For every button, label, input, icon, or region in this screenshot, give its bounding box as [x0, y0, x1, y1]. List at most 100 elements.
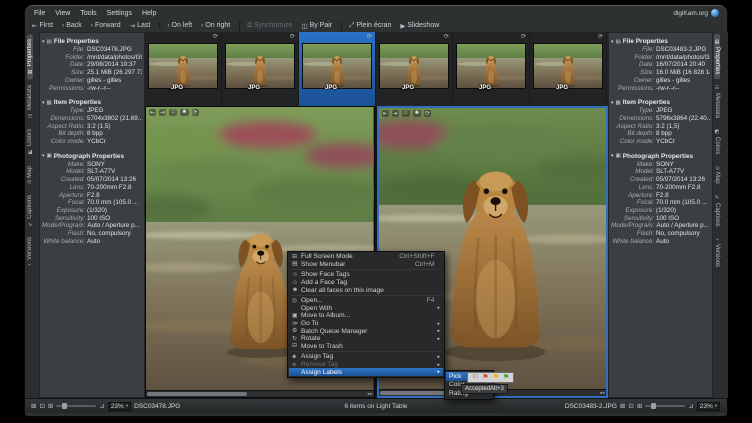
context-menu-item[interactable]: ◎ Open... F4 ▸ — [289, 297, 443, 305]
right-sidebar-tab[interactable]: ⑂ Versions — [714, 232, 720, 272]
right-sidebar-tab[interactable]: ▤ Properties — [714, 34, 720, 79]
pick-flag-icon[interactable]: ⚐ — [472, 374, 478, 381]
context-menu-item[interactable]: ☺ Add a Face Tag ▸ — [289, 279, 443, 287]
left-zoom-slider[interactable] — [56, 405, 96, 407]
left-sidebar-tab[interactable]: ▤ Properties — [27, 34, 33, 79]
zoom-select-icon[interactable]: ⊿ — [688, 402, 693, 410]
spin-arrow-icon[interactable]: ▾ — [715, 403, 717, 409]
section-header[interactable]: ▾ ▤ File Properties — [40, 36, 144, 46]
menubar-item[interactable]: Help — [142, 10, 156, 17]
thumbnail-format-badge: JPG — [171, 85, 183, 91]
statusbar-zoom-icon[interactable]: ⊞ — [48, 402, 53, 410]
left-sidebar-tab[interactable]: ◩ Colors — [27, 124, 33, 159]
pick-flag-icon[interactable]: ⚑ — [493, 374, 499, 381]
thumbnail[interactable]: ⟳ JPG — [299, 32, 376, 106]
hscrollbar-arrows[interactable]: ◂▸ — [367, 391, 373, 397]
digikam-org-link[interactable]: digiKam.org — [673, 7, 719, 19]
toolbar-button[interactable]: ⇥ Last — [126, 21, 155, 31]
property-value: 70-200mm F2.8 — [87, 184, 142, 192]
statusbar-zoom-icon[interactable]: ⊞ — [637, 402, 642, 410]
context-menu-item[interactable]: ◈ Assign Tag ▸ — [289, 353, 443, 361]
right-zoom-slider[interactable] — [645, 405, 685, 407]
pane-overlay-icon[interactable]: ☻ — [413, 110, 421, 117]
context-menu-item[interactable]: Assign Labels ▸ — [289, 368, 443, 376]
menubar-item[interactable]: View — [55, 10, 70, 17]
thumbnail[interactable]: ⟳ JPG — [145, 32, 222, 106]
context-menu-item[interactable]: ⊞ Full Screen Mode Ctrl+Shift+F ▸ — [289, 253, 443, 261]
thumbnail-sync-icon[interactable]: ⟳ — [290, 33, 295, 40]
thumbnail[interactable]: ⟳ JPG — [530, 32, 607, 106]
thumbnail[interactable]: ⟳ JPG — [376, 32, 453, 106]
pane-overlay-icon[interactable]: ⇤ — [382, 110, 389, 117]
toolbar-button[interactable]: ◫ By Pair — [297, 21, 336, 31]
context-menu-item[interactable]: Open With ▸ — [289, 305, 443, 313]
toolbar-button[interactable]: ‹ Back — [58, 21, 86, 30]
toolbar-button[interactable]: › On right — [197, 21, 234, 30]
pane-overlay-icon[interactable]: ☺ — [169, 109, 177, 116]
toolbar-button[interactable]: › Forward — [87, 21, 125, 30]
right-sidebar-tab[interactable]: ☷ Metadata — [714, 80, 720, 123]
toolbar-button[interactable]: ⤢ Plein écran — [341, 21, 395, 31]
toolbar-button[interactable]: ⧉ Synchronize — [239, 21, 296, 31]
thumbnail[interactable]: ⟳ JPG — [222, 32, 299, 106]
thumbnail-sync-icon[interactable]: ⟳ — [213, 33, 218, 40]
pane-overlay-icon[interactable]: ☺ — [402, 110, 410, 117]
statusbar-zoom-icon[interactable]: ⊡ — [628, 402, 633, 410]
hscrollbar-arrows[interactable]: ◂▸ — [599, 390, 605, 396]
section-header[interactable]: ▾ ▤ File Properties — [609, 36, 712, 46]
menubar-item[interactable]: File — [34, 10, 45, 17]
left-zoom-spinbox[interactable]: 23% ▾ — [108, 402, 131, 411]
right-zoom-spinbox[interactable]: 23% ▾ — [697, 402, 720, 411]
property-label: Focal: — [611, 199, 656, 207]
left-sidebar-tab[interactable]: ✎ Captions — [27, 190, 33, 232]
context-menu-item[interactable]: ⚙ Batch Queue Manager ▸ — [289, 327, 443, 335]
section-header[interactable]: ▾ ▣ Photograph Properties — [40, 151, 144, 161]
thumbnail-sync-icon[interactable]: ⟳ — [367, 33, 372, 40]
thumbnail-sync-icon[interactable]: ⟳ — [598, 33, 603, 40]
pick-flag-icon[interactable]: ⚑ — [503, 374, 509, 381]
thumbnail-sync-icon[interactable]: ⟳ — [521, 33, 526, 40]
thumbnail[interactable]: ⟳ JPG — [453, 32, 530, 106]
context-menu-item[interactable]: ≫ Go To ▸ — [289, 320, 443, 328]
toolbar-button[interactable]: ▶ Slideshow — [396, 21, 443, 31]
hscrollbar-thumb[interactable] — [147, 392, 247, 396]
context-menu-item[interactable]: ▤ Show Menubar Ctrl+M ▸ — [289, 261, 443, 269]
right-sidebar-tab[interactable]: ◩ Colors — [714, 124, 720, 159]
zoom-select-icon[interactable]: ⊿ — [99, 402, 104, 410]
pick-flag-icon[interactable]: ⚑ — [482, 374, 488, 381]
context-menu-item[interactable]: ☺ Show Face Tags ▸ — [289, 271, 443, 279]
menubar-item[interactable]: Settings — [107, 10, 132, 17]
pane-overlay-icon[interactable]: ⇤ — [149, 109, 156, 116]
toolbar-button[interactable]: ⇤ First — [28, 21, 57, 31]
menubar-item[interactable]: Tools — [80, 10, 96, 17]
context-menu-item[interactable]: ▣ Move to Album... ▸ — [289, 312, 443, 320]
section-header[interactable]: ▾ ▦ Item Properties — [40, 97, 144, 107]
pane-overlay-icon[interactable]: ⇥ — [392, 110, 399, 117]
right-sidebar-tab[interactable]: ⊙ Map — [714, 161, 720, 189]
context-menu-item[interactable]: ⊟ Move to Trash ▸ — [289, 343, 443, 351]
context-menu-item[interactable]: ◈ Remove Tag ▸ — [289, 361, 443, 369]
pane-overlay-icon[interactable]: ⇥ — [159, 109, 166, 116]
collapse-arrow-icon: ▾ — [42, 153, 45, 159]
left-sidebar-tab[interactable]: ⊙ Map — [27, 161, 33, 189]
statusbar-zoom-icon[interactable]: ⊠ — [620, 402, 625, 410]
thumbnail-sync-icon[interactable]: ⟳ — [444, 33, 449, 40]
left-sidebar-tab[interactable]: ☷ Metadata — [27, 80, 33, 123]
left-zoom-value: 23% — [111, 403, 124, 410]
slider-knob[interactable] — [651, 403, 656, 409]
pane-overlay-icon[interactable]: ⟳ — [424, 110, 431, 117]
section-header[interactable]: ▾ ▦ Item Properties — [609, 97, 712, 107]
statusbar-zoom-icon[interactable]: ⊡ — [39, 402, 44, 410]
statusbar-zoom-icon[interactable]: ⊠ — [31, 402, 36, 410]
spin-arrow-icon[interactable]: ▾ — [126, 403, 128, 409]
left-sidebar-tab[interactable]: ⑂ Versions — [27, 232, 33, 272]
slider-knob[interactable] — [62, 403, 67, 409]
right-sidebar-tab[interactable]: ✎ Captions — [714, 190, 720, 232]
toolbar-button[interactable]: ‹ On left — [159, 21, 196, 30]
pane-overlay-icon[interactable]: ⟳ — [192, 109, 199, 116]
context-menu-item[interactable]: ☻ Clear all faces on this image ▸ — [289, 286, 443, 294]
section-header[interactable]: ▾ ▣ Photograph Properties — [609, 151, 712, 161]
pane-overlay-icon[interactable]: ☻ — [180, 109, 188, 116]
context-menu-item[interactable]: ↻ Rotate ▸ — [289, 335, 443, 343]
left-pane-hscrollbar[interactable]: ◂▸ — [146, 390, 374, 397]
